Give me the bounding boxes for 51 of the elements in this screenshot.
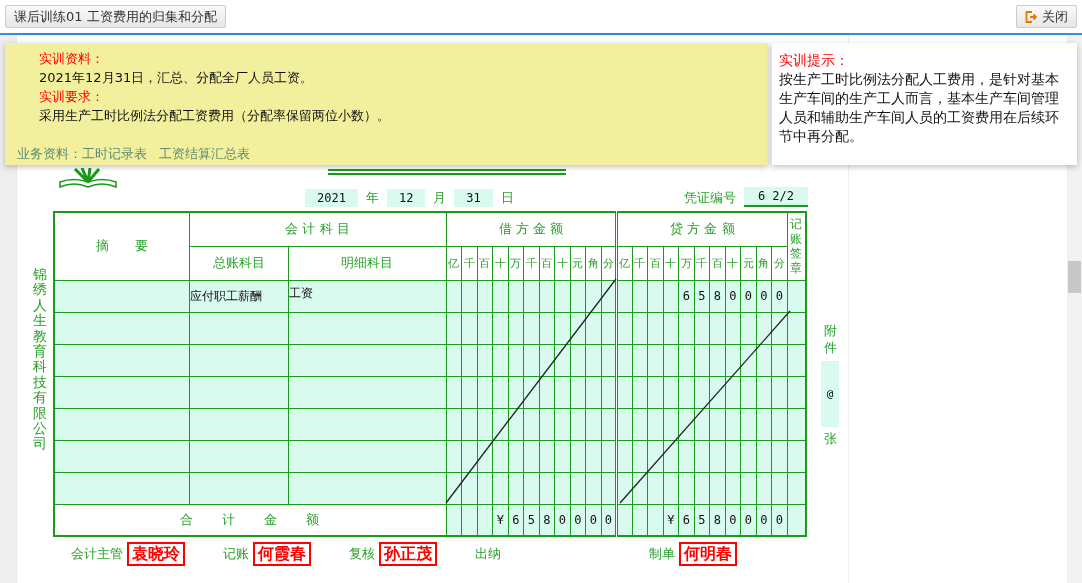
digit-cell	[616, 472, 633, 504]
column-header: 摘 要	[54, 212, 189, 280]
section-heading: 实训资料：	[39, 50, 105, 68]
column-header: 会 计 科 目	[189, 212, 446, 246]
links-label: 业务资料：	[17, 145, 82, 163]
attachment-count-field: @	[821, 360, 840, 427]
book-logo-icon	[59, 168, 117, 188]
name-stamp: 何霞春	[253, 542, 311, 566]
voucher-number-label: 凭证编号	[683, 189, 736, 207]
signature-role: 记账	[223, 545, 249, 563]
material-text: 2021年12月31日，汇总、分配全厂人员工资。	[39, 69, 315, 87]
unit-header: 亿	[616, 246, 633, 280]
voucher-number-field: 6 2/2	[743, 187, 808, 207]
digit-cell	[616, 280, 633, 312]
column-header: 总账科目	[189, 246, 288, 280]
digit-cell	[616, 376, 633, 408]
digit-cell	[616, 344, 633, 376]
day-label: 日	[500, 189, 514, 207]
tab-button[interactable]: 课后训练01 工资费用的归集和分配	[5, 5, 226, 28]
scrollbar-thumb[interactable]	[1068, 261, 1081, 293]
table-cell: 应付职工薪酬	[189, 280, 288, 312]
digit-cell	[616, 408, 633, 440]
total-label: 合 计 金 额	[54, 504, 446, 536]
column-header: 记账签章	[787, 212, 807, 280]
column-header: 贷 方 金 额	[616, 212, 788, 246]
month-field: 12	[386, 189, 426, 207]
column-header: 明细科目	[288, 246, 446, 280]
column-header: 借 方 金 额	[446, 212, 617, 246]
year-field: 2021	[305, 189, 358, 207]
digit-cell	[616, 312, 633, 344]
company-name: 锦绣人生教育科技有限公司	[33, 267, 47, 452]
signature-role: 会计主管	[71, 545, 123, 563]
name-stamp: 何明春	[679, 542, 737, 566]
section-heading: 实训要求：	[39, 88, 105, 106]
digit-cell	[616, 440, 633, 472]
signature-role: 制单	[649, 545, 675, 563]
attachment-label: 附件	[823, 323, 837, 357]
requirement-text: 采用生产工时比例法分配工资费用（分配率保留两位小数）。	[39, 107, 391, 125]
signature-role: 复核	[349, 545, 375, 563]
exit-icon	[1025, 10, 1037, 23]
name-stamp: 袁晓玲	[127, 542, 185, 566]
signature-role: 出纳	[475, 545, 501, 563]
table-cell: 工资	[288, 280, 446, 312]
section-heading: 实训提示：	[779, 51, 850, 70]
attachment-label: 张	[823, 430, 837, 448]
month-label: 月	[433, 189, 447, 207]
day-field: 31	[454, 189, 493, 207]
close-button[interactable]: 关闭	[1016, 5, 1077, 28]
year-label: 年	[365, 189, 379, 207]
hint-text: 按生产工时比例法分配人工费用，是针对基本生产车间的生产工人而言，基本生产车间管理人员和辅助生产车间人员的工资费用在后续环节中再分配。	[779, 70, 1059, 146]
name-stamp: 孙正茂	[379, 542, 437, 566]
